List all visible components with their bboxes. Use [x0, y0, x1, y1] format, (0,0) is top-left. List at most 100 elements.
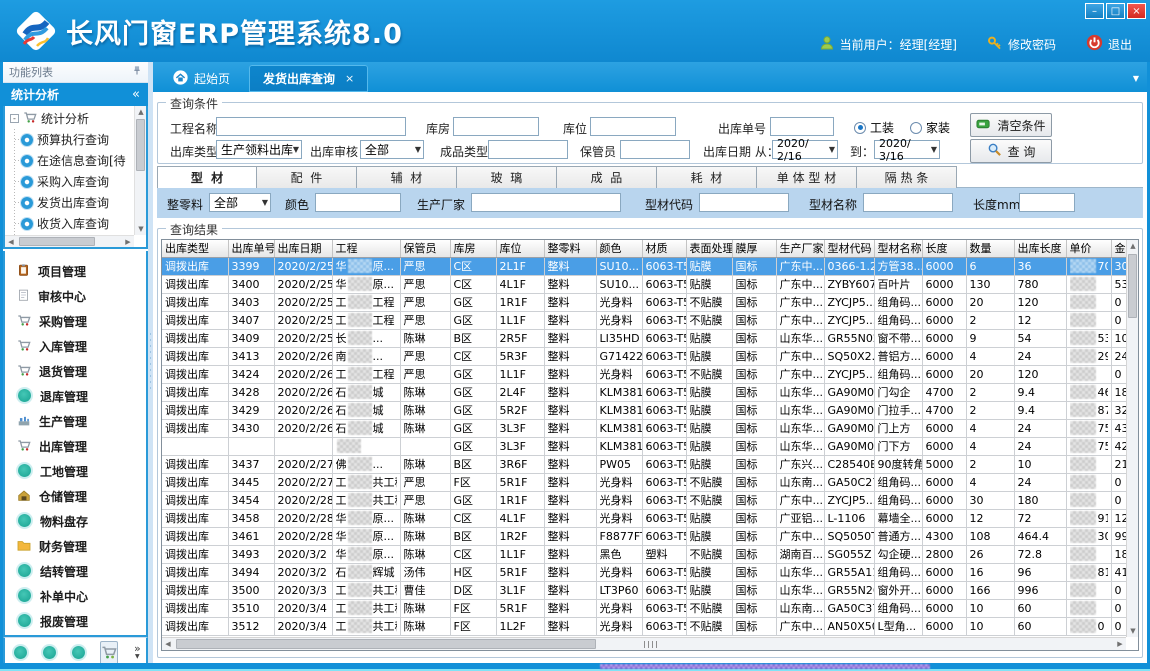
material-tab-3[interactable]: 辅 材: [357, 166, 457, 188]
sidebar-module-12[interactable]: 财务管理: [5, 534, 146, 559]
table-row[interactable]: 调拨出库34242020/2/26工工程严思G区1L1F整料光身料6063-T5…: [162, 365, 1133, 383]
table-row[interactable]: 调拨出库34932020/3/2华原...陈琳C区1L1F整料黑色塑料不贴膜国标…: [162, 545, 1133, 563]
search-button[interactable]: 查 询: [970, 139, 1052, 163]
sidebar-module-14[interactable]: 补单中心: [5, 584, 146, 609]
table-row[interactable]: 调拨出库34032020/2/25工工程严思G区1R1F整料光身料6063-T5…: [162, 293, 1133, 311]
scroll-up-icon[interactable]: ▲: [135, 106, 147, 118]
column-header-9[interactable]: 材质: [642, 240, 686, 257]
grid-vertical-scrollbar[interactable]: ▲ ▼: [1126, 240, 1138, 637]
table-row[interactable]: 调拨出库34582020/2/28华原...陈琳C区4L1F整料光身料6063-…: [162, 509, 1133, 527]
grid-hscroll-thumb[interactable]: [176, 639, 596, 649]
sidebar-module-10[interactable]: 仓储管理: [5, 484, 146, 509]
tree-item-2[interactable]: 在途信息查询[待: [7, 150, 132, 171]
tab-close-icon[interactable]: ×: [345, 72, 354, 85]
length-input[interactable]: [1019, 193, 1075, 212]
profile-code-input[interactable]: [699, 193, 789, 212]
radio-home-decoration[interactable]: 家装: [910, 119, 950, 136]
column-header-18[interactable]: 单价: [1066, 240, 1111, 257]
sidebar-module-15[interactable]: 报废管理: [5, 609, 146, 634]
scroll-right-icon[interactable]: ▶: [1114, 638, 1126, 650]
sidebar-module-8[interactable]: 出库管理: [5, 434, 146, 459]
column-header-2[interactable]: 出库日期: [274, 240, 332, 257]
tab-home[interactable]: 起始页: [159, 65, 244, 92]
column-header-15[interactable]: 长度: [922, 240, 966, 257]
table-row[interactable]: 调拨出库34302020/2/26石城陈琳G区3L3F整料KLM38176063…: [162, 419, 1133, 437]
order-no-input[interactable]: [770, 117, 834, 136]
date-to-select[interactable]: 2020/ 3/16 ▼: [874, 140, 940, 159]
sidebar-module-5[interactable]: 退货管理: [5, 359, 146, 384]
sidebar-module-11[interactable]: 物料盘存: [5, 509, 146, 534]
column-header-6[interactable]: 库位: [496, 240, 544, 257]
scroll-down-icon[interactable]: ▼: [1127, 625, 1139, 637]
table-row[interactable]: 调拨出库34292020/2/26石城陈琳G区5R2F整料KLM38176063…: [162, 401, 1133, 419]
radio-industrial[interactable]: 工装: [854, 119, 894, 136]
column-header-1[interactable]: 出库单号: [228, 240, 274, 257]
table-row[interactable]: 调拨出库34372020/2/27佛...陈琳B区3R6F整料PW056063-…: [162, 455, 1133, 473]
material-tab-7[interactable]: 单 体 型 材: [757, 166, 857, 188]
maximize-button[interactable]: □: [1106, 3, 1125, 19]
tree-vscroll-thumb[interactable]: [136, 119, 145, 171]
tree-item-3[interactable]: 采购入库查询: [7, 171, 132, 192]
table-row[interactable]: 调拨出库34072020/2/25工工程严思G区1L1F整料光身料6063-T5…: [162, 311, 1133, 329]
sidebar-module-13[interactable]: 结转管理: [5, 559, 146, 584]
sidebar-module-2[interactable]: 审核中心: [5, 284, 146, 309]
scroll-right-icon[interactable]: ▶: [122, 236, 134, 248]
manufacturer-input[interactable]: [471, 193, 621, 212]
project-name-input[interactable]: [216, 117, 406, 136]
grid-horizontal-scrollbar[interactable]: ◀ ▶: [162, 637, 1126, 650]
table-row[interactable]: 调拨出库34132020/2/26南...严思C区5R3F整料G71422606…: [162, 347, 1133, 365]
sidebar-module-3[interactable]: 采购管理: [5, 309, 146, 334]
tree-item-1[interactable]: 预算执行查询: [7, 129, 132, 150]
sidebar-module-1[interactable]: 项目管理: [5, 259, 146, 284]
section-header-statistics[interactable]: 统计分析 «: [3, 83, 148, 106]
material-tab-6[interactable]: 耗 材: [657, 166, 757, 188]
column-header-5[interactable]: 库房: [450, 240, 496, 257]
audit-select[interactable]: 全部 ▼: [360, 140, 424, 159]
table-row[interactable]: 调拨出库34092020/2/25长...陈琳B区2R5F整料LI35HD606…: [162, 329, 1133, 347]
column-header-4[interactable]: 保管员: [400, 240, 450, 257]
material-tab-8[interactable]: 隔 热 条: [857, 166, 957, 188]
tab-list-dropdown-icon[interactable]: ▼: [1133, 74, 1139, 83]
date-from-select[interactable]: 2020/ 2/16 ▼: [772, 140, 838, 159]
table-row[interactable]: 调拨出库34612020/2/28华原...陈琳B区1R2F整料F8877FT6…: [162, 527, 1133, 545]
scroll-left-icon[interactable]: ◀: [5, 236, 17, 248]
scroll-down-icon[interactable]: ▼: [135, 223, 147, 235]
column-header-8[interactable]: 颜色: [596, 240, 642, 257]
tree-root-statistics[interactable]: - 统计分析: [7, 108, 132, 129]
tab-shipping-outbound-query[interactable]: 发货出库查询 ×: [249, 65, 368, 92]
scroll-up-icon[interactable]: ▲: [1127, 240, 1139, 252]
tree-hscroll-thumb[interactable]: [19, 237, 95, 246]
tree-item-5[interactable]: 收货入库查询: [7, 213, 132, 234]
column-header-17[interactable]: 出库长度: [1014, 240, 1066, 257]
scroll-left-icon[interactable]: ◀: [162, 638, 174, 650]
whole-part-select[interactable]: 全部 ▼: [209, 193, 271, 212]
product-type-input[interactable]: [488, 140, 568, 159]
tree-item-4[interactable]: 发货出库查询: [7, 192, 132, 213]
keeper-input[interactable]: [620, 140, 690, 159]
grid-vscroll-thumb[interactable]: [1128, 254, 1137, 318]
table-row[interactable]: 调拨出库35002020/3/3工共工程曹佳D区3L1F整料LT3P606063…: [162, 581, 1133, 599]
sidebar-module-6[interactable]: 退库管理: [5, 384, 146, 409]
material-tab-1[interactable]: 型 材: [157, 166, 257, 188]
material-tab-4[interactable]: 玻 璃: [457, 166, 557, 188]
circle-icon[interactable]: [43, 646, 56, 659]
pin-icon[interactable]: [132, 65, 142, 79]
clear-conditions-button[interactable]: 清空条件: [970, 113, 1052, 137]
collapse-icon[interactable]: «: [132, 87, 140, 102]
column-header-11[interactable]: 膜厚: [732, 240, 776, 257]
table-row[interactable]: 调拨出库34942020/3/2石辉城汤伟H区5R1F整料光身料6063-T5贴…: [162, 563, 1133, 581]
material-tab-2[interactable]: 配 件: [257, 166, 357, 188]
table-row[interactable]: 调拨出库35122020/3/4工共工程陈琳F区1L2F整料光身料6063-T5…: [162, 617, 1133, 635]
column-header-14[interactable]: 型材名称: [874, 240, 922, 257]
column-header-16[interactable]: 数量: [966, 240, 1014, 257]
tree-horizontal-scrollbar[interactable]: ◀ ▶: [5, 235, 134, 247]
change-password-button[interactable]: 修改密码: [987, 35, 1056, 54]
table-row[interactable]: G区3L3F整料KLM38176063-T5贴膜国标山东华...GA90M09.…: [162, 437, 1133, 455]
column-header-0[interactable]: 出库类型: [162, 240, 228, 257]
column-header-13[interactable]: 型材代码: [824, 240, 874, 257]
tree-expander-icon[interactable]: -: [10, 114, 19, 123]
table-row[interactable]: 调拨出库34282020/2/26石城陈琳G区2L4F整料KLM38176063…: [162, 383, 1133, 401]
column-header-12[interactable]: 生产厂家: [776, 240, 824, 257]
out-type-select[interactable]: 生产领料出库 ▼: [216, 140, 302, 159]
sidebar-module-7[interactable]: 生产管理: [5, 409, 146, 434]
